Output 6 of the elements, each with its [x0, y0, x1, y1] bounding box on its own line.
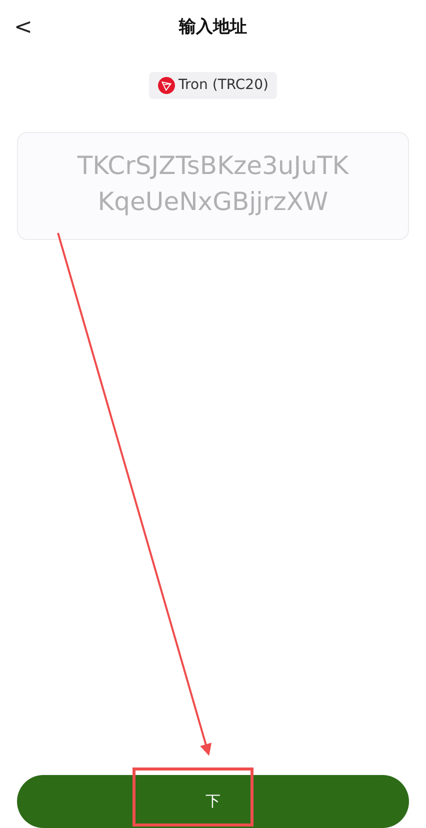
tron-logo-icon — [158, 77, 175, 94]
page-title: 输入地址 — [179, 16, 247, 40]
address-field[interactable]: TKCrSJZTsBKze3uJuTK KqeUeNxGBjjrzXW — [17, 132, 409, 240]
back-button[interactable]: < — [0, 17, 46, 39]
next-button[interactable]: 下 — [17, 775, 409, 828]
network-label: Tron (TRC20) — [178, 76, 268, 95]
